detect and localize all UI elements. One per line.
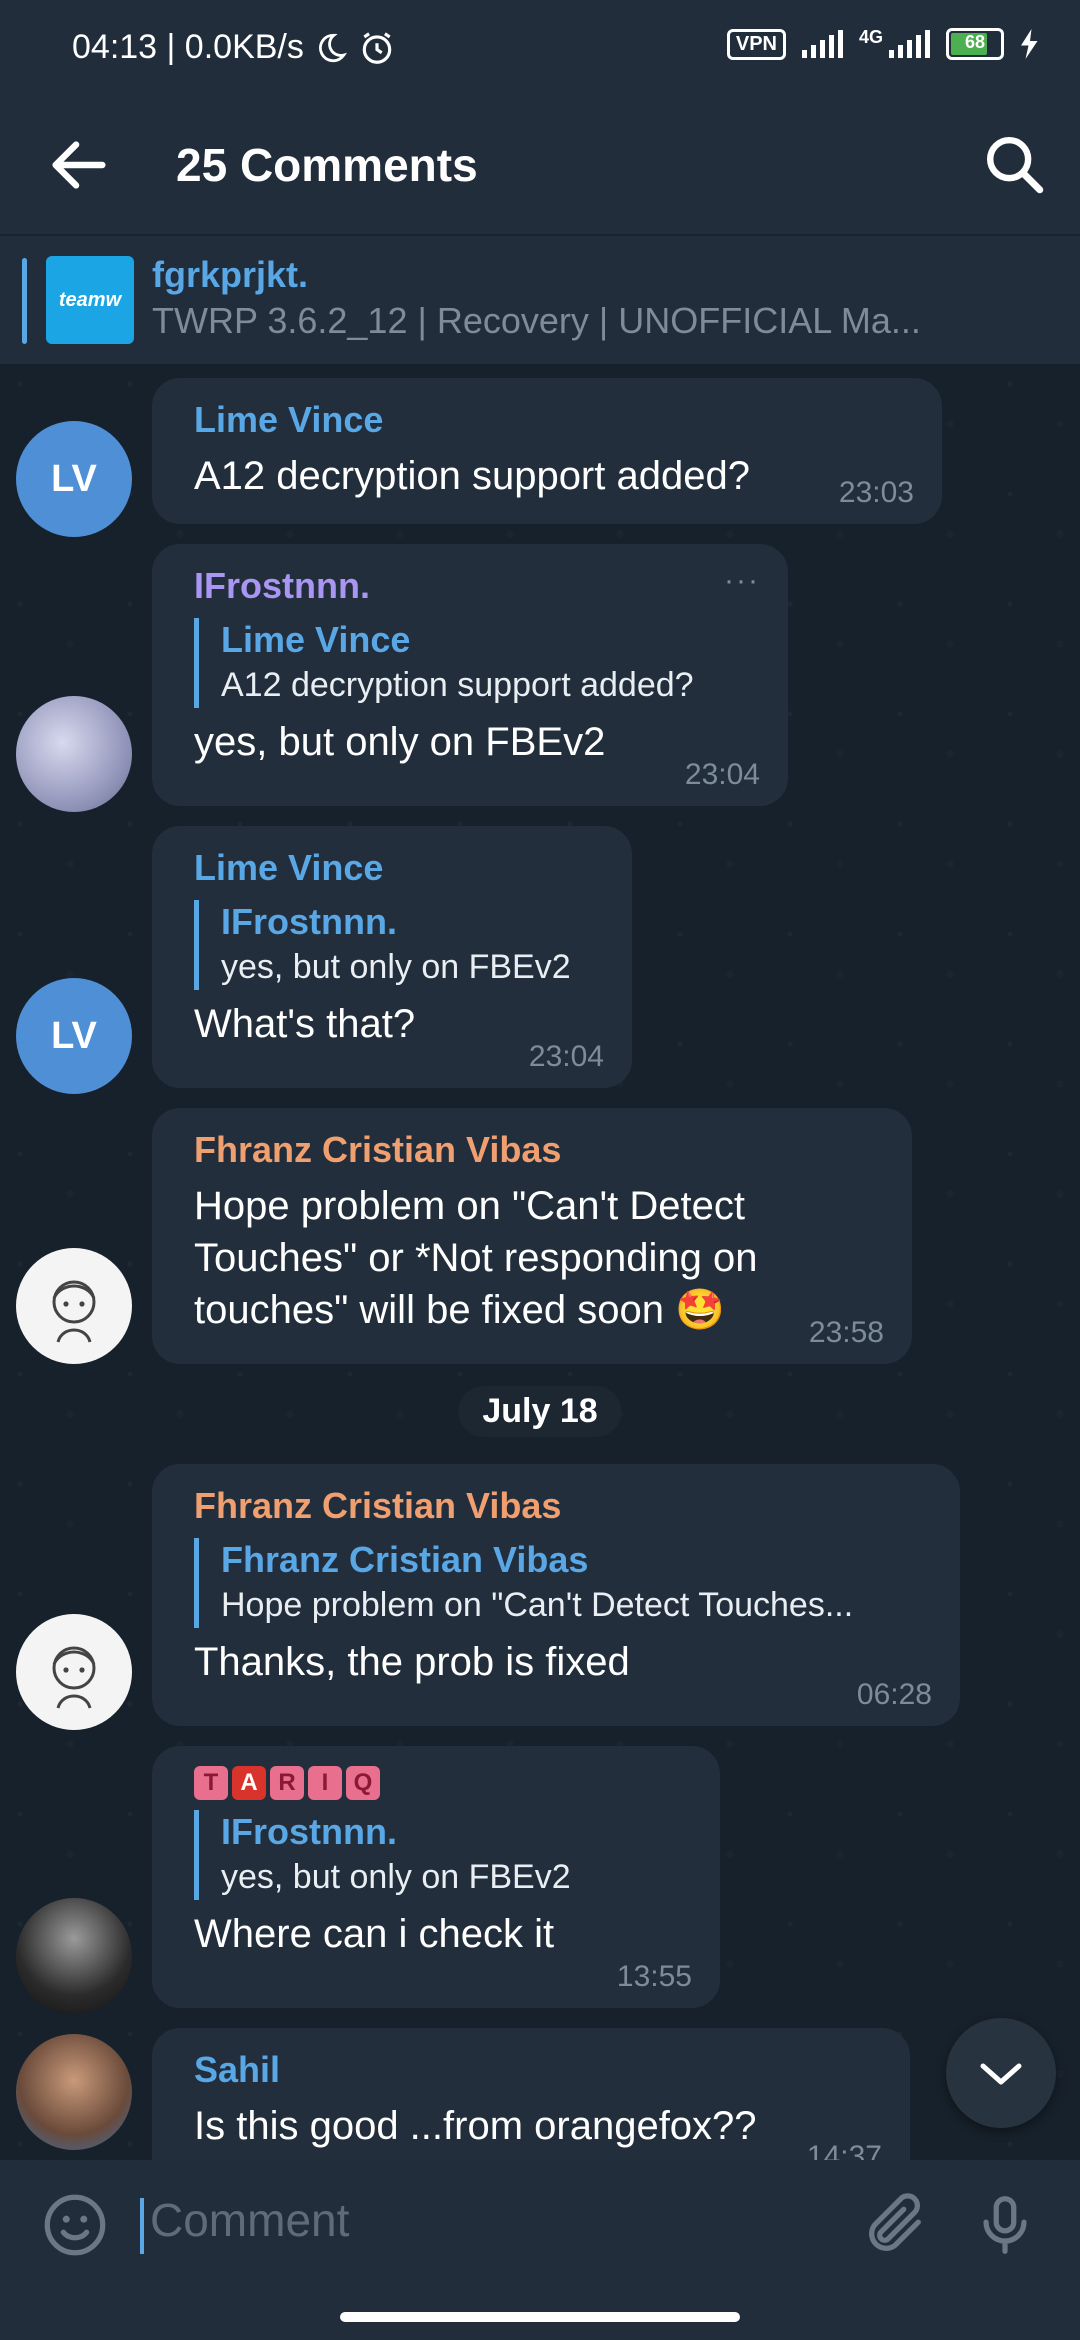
vpn-badge: VPN: [726, 28, 786, 60]
reply-quote[interactable]: Lime Vince A12 decryption support added?: [194, 618, 756, 708]
message-bubble[interactable]: T A R I Q IFrostnnn. yes, but only on FB…: [152, 1746, 720, 2008]
pinned-accent-bar: [22, 258, 27, 344]
message-time: 06:28: [856, 1678, 932, 1711]
avatar[interactable]: LV: [16, 421, 132, 537]
scroll-down-button[interactable]: [946, 2018, 1056, 2128]
message-time: 23:04: [528, 1040, 604, 1073]
message-time: 23:03: [838, 476, 914, 509]
reply-text: A12 decryption support added?: [221, 666, 694, 704]
back-arrow-icon[interactable]: [44, 130, 114, 200]
reply-quote[interactable]: IFrostnnn. yes, but only on FBEv2: [194, 900, 600, 990]
reply-author: IFrostnnn.: [221, 901, 397, 942]
alarm-icon: [362, 31, 392, 64]
message-author[interactable]: Fhranz Cristian Vibas: [194, 1128, 802, 1172]
channel-post-preview[interactable]: teamw fgrkprjkt. TWRP 3.6.2_12 | Recover…: [0, 234, 1080, 366]
channel-description: TWRP 3.6.2_12 | Recovery | UNOFFICIAL Ma…: [152, 300, 921, 341]
tag-letter: R: [270, 1766, 304, 1800]
message-text: Is this good ...from orangefox??: [194, 2104, 757, 2148]
status-time-speed: 04:13 | 0.0KB/s: [72, 28, 304, 66]
reply-author: Lime Vince: [221, 619, 411, 660]
tag-letter: I: [308, 1766, 342, 1800]
message-time: 23:58: [808, 1316, 884, 1349]
message-time: 13:55: [616, 1960, 692, 1993]
message-text: Hope problem on "Can't Detect Touches" o…: [194, 1184, 758, 1332]
tag-letter: A: [232, 1766, 266, 1800]
emoji-icon[interactable]: [40, 2190, 110, 2260]
system-nav-bar: [0, 2290, 1080, 2340]
comment-input-bar: [0, 2160, 1080, 2290]
avatar-initials: LV: [51, 1014, 97, 1057]
microphone-icon[interactable]: [970, 2190, 1040, 2260]
message-author[interactable]: Sahil: [194, 2048, 878, 2092]
reply-author: Fhranz Cristian Vibas: [221, 1539, 589, 1580]
message-text: Where can i check it: [194, 1912, 555, 1956]
text-caret: [140, 2198, 144, 2254]
message-text: yes, but only on FBEv2: [194, 720, 606, 764]
more-options-icon[interactable]: ···: [724, 564, 760, 598]
message-author[interactable]: Lime Vince: [194, 398, 910, 442]
message-bubble[interactable]: Sahil Is this good ...from orangefox?? 1…: [152, 2028, 910, 2160]
chevron-down-icon: [980, 2063, 1022, 2085]
avatar[interactable]: [16, 696, 132, 812]
home-gesture-pill[interactable]: [340, 2312, 740, 2322]
date-divider: July 18: [458, 1386, 622, 1437]
reply-quote[interactable]: IFrostnnn. yes, but only on FBEv2: [194, 1810, 688, 1900]
message-author[interactable]: Fhranz Cristian Vibas: [194, 1484, 928, 1528]
reply-text: Hope problem on "Can't Detect Touches...: [221, 1586, 854, 1624]
signal-icon: [801, 30, 843, 58]
channel-name: fgrkprjkt.: [152, 254, 309, 295]
avatar[interactable]: [16, 1898, 132, 2014]
message-bubble[interactable]: IFrostnnn. ··· Lime Vince A12 decryption…: [152, 544, 788, 806]
comment-input[interactable]: [148, 2192, 752, 2248]
reply-author: IFrostnnn.: [221, 1811, 397, 1852]
comments-list[interactable]: LV Lime Vince A12 decryption support add…: [0, 364, 1080, 2160]
message-time: 14:37: [806, 2140, 882, 2160]
reply-text: yes, but only on FBEv2: [221, 948, 571, 986]
avatar[interactable]: LV: [16, 978, 132, 1094]
anime-avatar-icon: [52, 1646, 96, 1709]
message-text: A12 decryption support added?: [194, 454, 750, 498]
status-left: 04:13 | 0.0KB/s: [72, 28, 396, 67]
tag-letter: Q: [346, 1766, 380, 1800]
status-bar: 04:13 | 0.0KB/s VPN 4G 68: [0, 0, 1080, 100]
tag-letter: T: [194, 1766, 228, 1800]
moon-icon: [318, 33, 347, 62]
channel-thumb-text: teamw: [58, 288, 122, 311]
message-bubble[interactable]: Lime Vince IFrostnnn. yes, but only on F…: [152, 826, 632, 1088]
avatar[interactable]: [16, 1248, 132, 1364]
reply-quote[interactable]: Fhranz Cristian Vibas Hope problem on "C…: [194, 1538, 928, 1628]
message-bubble[interactable]: Fhranz Cristian Vibas Hope problem on "C…: [152, 1108, 912, 1364]
channel-thumbnail: teamw: [46, 256, 134, 344]
message-bubble[interactable]: Fhranz Cristian Vibas Fhranz Cristian Vi…: [152, 1464, 960, 1726]
charging-icon: [1021, 29, 1038, 59]
message-author[interactable]: IFrostnnn.: [194, 564, 756, 608]
avatar[interactable]: [16, 2034, 132, 2150]
anime-avatar-icon: [52, 1280, 96, 1343]
search-icon[interactable]: [980, 130, 1050, 200]
status-right: VPN 4G 68: [726, 26, 1040, 60]
battery-level: 68: [964, 32, 986, 52]
avatar[interactable]: [16, 1614, 132, 1730]
message-text: Thanks, the prob is fixed: [194, 1640, 630, 1684]
signal-icon-2: [889, 30, 930, 58]
network-type: 4G: [858, 26, 883, 47]
battery-icon: 68: [946, 28, 1004, 60]
app-bar: 25 Comments: [0, 100, 1080, 234]
message-author[interactable]: Lime Vince: [194, 846, 600, 890]
reply-text: yes, but only on FBEv2: [221, 1858, 571, 1896]
page-title: 25 Comments: [176, 139, 478, 191]
paperclip-icon[interactable]: [860, 2190, 930, 2260]
message-bubble[interactable]: Lime Vince A12 decryption support added?…: [152, 378, 942, 524]
avatar-initials: LV: [51, 457, 97, 500]
author-emoji-tags[interactable]: T A R I Q: [194, 1766, 688, 1800]
message-time: 23:04: [684, 758, 760, 791]
